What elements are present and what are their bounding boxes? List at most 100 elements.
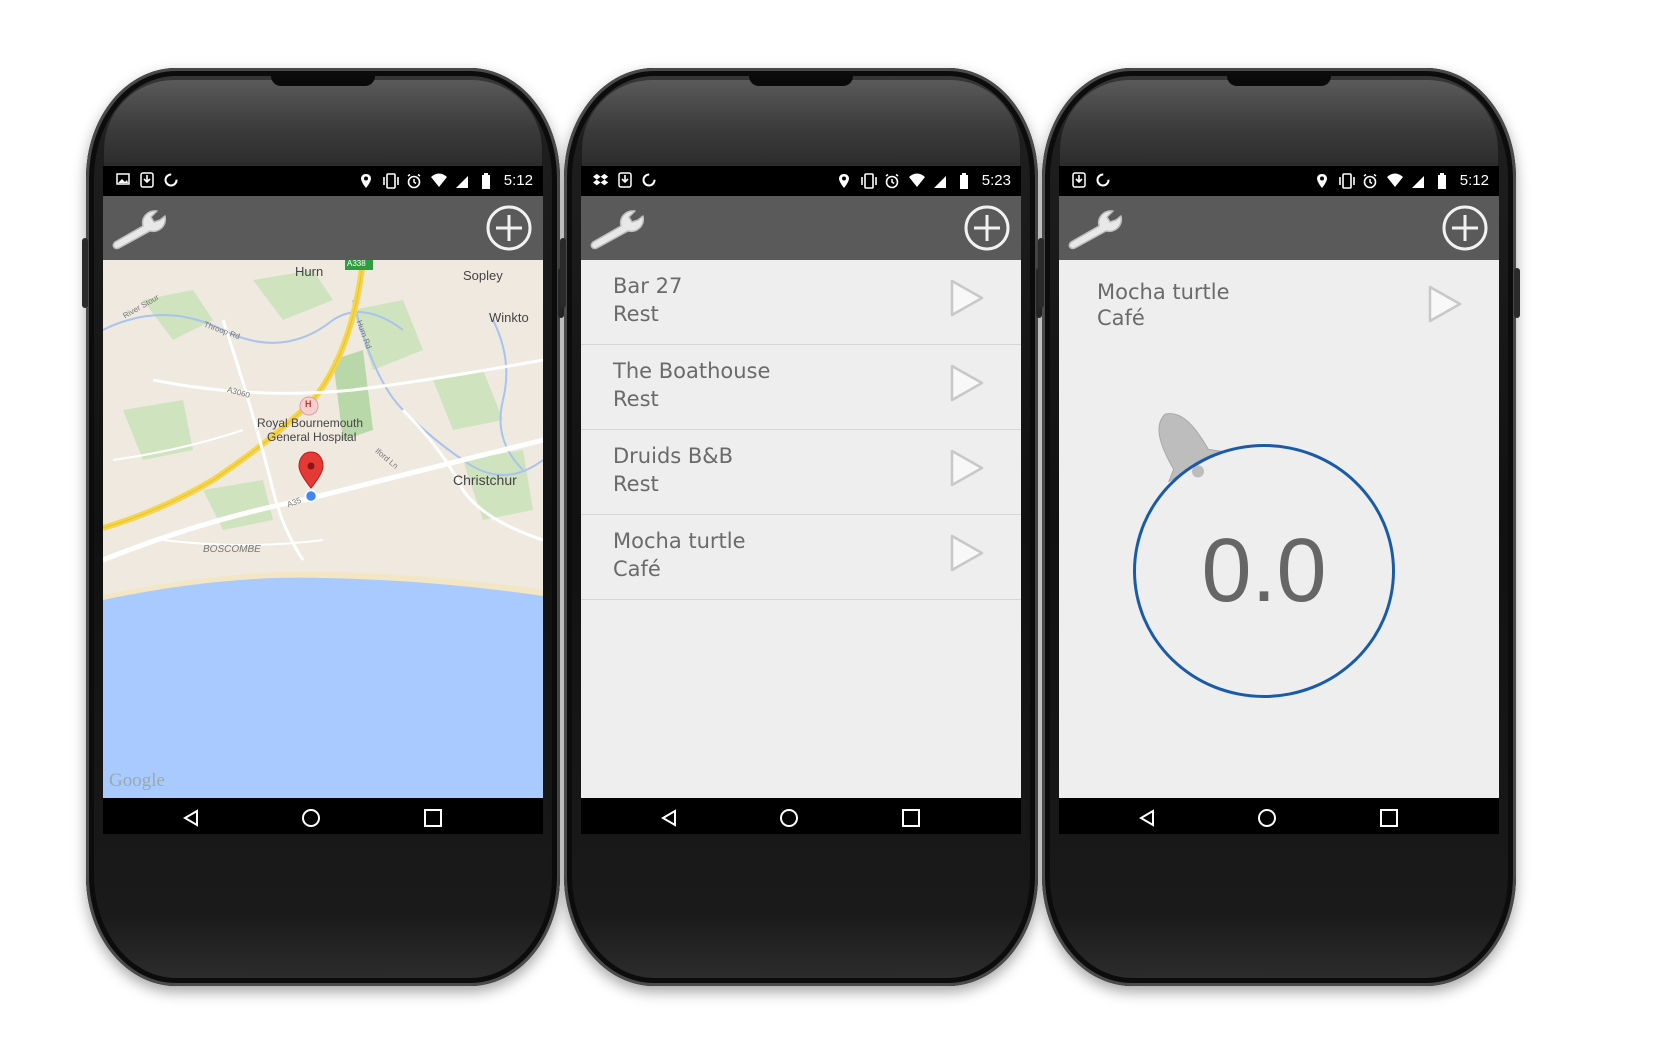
list-item[interactable]: Druids B&B Rest <box>581 430 1021 515</box>
download-icon <box>617 172 633 188</box>
battery-icon <box>1434 172 1450 189</box>
phone-speaker <box>271 76 375 86</box>
map-label-hospital-h: H <box>305 399 312 409</box>
map-view[interactable]: Hurn Sopley Winkto Royal Bournemouth Gen… <box>103 260 543 798</box>
wifi-icon <box>1386 173 1403 189</box>
venue-name: The Boathouse <box>613 359 771 383</box>
google-attribution: Google <box>109 770 165 791</box>
status-bar: 5:12 <box>1059 166 1499 196</box>
alarm-icon <box>884 173 900 189</box>
sync-icon <box>1095 172 1111 188</box>
screen: 5:12 Hurn Sopley Winkto Royal Bournemout… <box>103 166 543 834</box>
recents-icon[interactable] <box>1379 808 1399 828</box>
map-label-christchurch: Christchur <box>453 472 517 488</box>
wifi-icon <box>430 173 447 189</box>
vibrate-icon <box>382 172 399 189</box>
status-bar: 5:23 <box>581 166 1021 196</box>
vibrate-icon <box>860 172 877 189</box>
dropbox-icon <box>593 172 609 188</box>
vibrate-icon <box>1338 172 1355 189</box>
sync-icon <box>641 172 657 188</box>
location-icon <box>836 173 852 189</box>
map-label-hurn: Hurn <box>295 264 324 279</box>
map-label-hospital-1: Royal Bournemouth <box>257 416 364 430</box>
venue-type: Café <box>613 557 661 581</box>
phone-meter: 5:12 Mocha turtle Café 0.0 <box>1038 68 1520 986</box>
list-item[interactable]: Mocha turtle Café <box>581 515 1021 600</box>
back-icon[interactable] <box>1137 808 1157 828</box>
back-icon[interactable] <box>181 808 201 828</box>
gauge-ring: 0.0 <box>1133 444 1395 698</box>
status-time: 5:12 <box>1459 172 1489 189</box>
home-icon[interactable] <box>1257 808 1277 828</box>
map-label-boscombe: BOSCOMBE <box>203 544 261 555</box>
map-canvas[interactable] <box>103 260 543 798</box>
venue-name: Mocha turtle <box>1097 280 1230 304</box>
battery-icon <box>956 172 972 189</box>
volume-button <box>82 238 88 308</box>
action-bar <box>1059 196 1499 260</box>
play-icon[interactable] <box>949 533 985 573</box>
home-icon[interactable] <box>301 808 321 828</box>
wrench-icon[interactable] <box>1065 206 1125 250</box>
venue-type: Café <box>1097 306 1145 330</box>
wifi-icon <box>908 173 925 189</box>
recents-icon[interactable] <box>423 808 443 828</box>
venue-type: Rest <box>613 387 659 411</box>
power-button <box>1514 268 1520 318</box>
map-label-a338: A338 <box>347 260 366 268</box>
home-icon[interactable] <box>779 808 799 828</box>
venue-type: Rest <box>613 302 659 326</box>
wrench-icon[interactable] <box>109 206 169 250</box>
play-icon[interactable] <box>949 448 985 488</box>
screen: 5:23 Bar 27 Rest The Boathouse Rest Drui… <box>581 166 1021 834</box>
phone-map: 5:12 Hurn Sopley Winkto Royal Bournemout… <box>82 68 564 986</box>
venue-list: Bar 27 Rest The Boathouse Rest Druids B&… <box>581 260 1021 798</box>
image-icon <box>115 172 131 188</box>
play-icon[interactable] <box>949 363 985 403</box>
gauge-value: 0.0 <box>1201 521 1327 621</box>
back-icon[interactable] <box>659 808 679 828</box>
nav-bar <box>103 798 543 834</box>
list-item[interactable]: The Boathouse Rest <box>581 345 1021 430</box>
location-icon <box>1314 173 1330 189</box>
map-label-hospital-2: General Hospital <box>267 430 357 444</box>
volume-button <box>560 238 566 308</box>
status-bar: 5:12 <box>103 166 543 196</box>
volume-button <box>1038 238 1044 308</box>
download-icon <box>139 172 155 188</box>
sync-icon <box>163 172 179 188</box>
add-circle-icon[interactable] <box>485 204 533 252</box>
status-time: 5:23 <box>981 172 1011 189</box>
add-circle-icon[interactable] <box>1441 204 1489 252</box>
nav-bar <box>1059 798 1499 834</box>
play-icon[interactable] <box>1427 284 1463 324</box>
action-bar <box>581 196 1021 260</box>
venue-name: Druids B&B <box>613 444 734 468</box>
list-item[interactable]: Bar 27 Rest <box>581 260 1021 345</box>
signal-icon <box>932 173 948 189</box>
action-bar <box>103 196 543 260</box>
phone-speaker <box>749 76 853 86</box>
status-time: 5:12 <box>503 172 533 189</box>
wrench-icon[interactable] <box>587 206 647 250</box>
map-label-winkton: Winkto <box>489 310 529 325</box>
play-icon[interactable] <box>949 278 985 318</box>
venue-type: Rest <box>613 472 659 496</box>
venue-name: Mocha turtle <box>613 529 746 553</box>
screen: 5:12 Mocha turtle Café 0.0 <box>1059 166 1499 834</box>
signal-icon <box>1410 173 1426 189</box>
download-icon <box>1071 172 1087 188</box>
map-label-sopley: Sopley <box>463 268 503 283</box>
add-circle-icon[interactable] <box>963 204 1011 252</box>
phone-list: 5:23 Bar 27 Rest The Boathouse Rest Drui… <box>560 68 1042 986</box>
battery-icon <box>478 172 494 189</box>
location-icon <box>358 173 374 189</box>
phone-speaker <box>1227 76 1331 86</box>
alarm-icon <box>1362 173 1378 189</box>
venue-name: Bar 27 <box>613 274 683 298</box>
meter-view: Mocha turtle Café 0.0 <box>1059 260 1499 798</box>
alarm-icon <box>406 173 422 189</box>
nav-bar <box>581 798 1021 834</box>
recents-icon[interactable] <box>901 808 921 828</box>
